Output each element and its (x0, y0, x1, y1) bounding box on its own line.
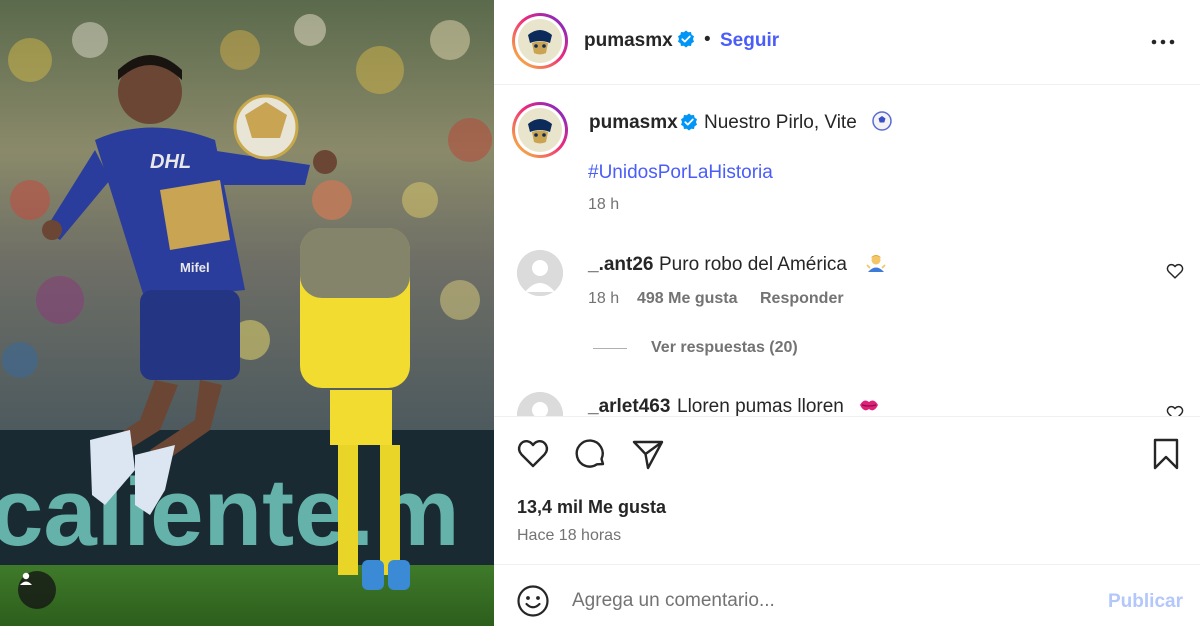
post-timestamp: Hace 18 horas (517, 527, 622, 544)
comment-username[interactable]: _arlet463 (588, 396, 670, 416)
comment-avatar[interactable] (517, 250, 563, 296)
comment-likes[interactable]: 498 Me gusta (637, 290, 737, 308)
comments-list[interactable]: pumasmx Nuestro Pirlo, Vite #UnidosPorLa… (494, 86, 1200, 416)
reply-button[interactable]: Responder (760, 290, 844, 308)
comment-input[interactable] (572, 583, 1092, 619)
like-heart-icon[interactable] (516, 437, 550, 471)
comment-text: Puro robo del América (659, 254, 847, 275)
view-replies-button[interactable]: Ver respuestas (20) (651, 339, 798, 357)
comment-username[interactable]: _.ant26 (588, 254, 653, 276)
header-separator: • (704, 29, 711, 50)
comment-bubble-icon[interactable] (574, 437, 608, 471)
person-shrugging-emoji (866, 255, 886, 272)
default-avatar-icon (517, 250, 563, 296)
post-header: pumasmx • Seguir (494, 0, 1200, 85)
soccer-ball-emoji (872, 111, 892, 131)
likes-count[interactable]: 13,4 mil Me gusta (517, 497, 666, 518)
more-horizontal-icon (1151, 39, 1175, 45)
post-details-panel: pumasmx • Seguir pumasmx Nuestro Pirlo, … (494, 0, 1200, 626)
follow-button[interactable]: Seguir (720, 30, 779, 52)
caption-text: Nuestro Pirlo, Vite (704, 112, 857, 133)
user-tag-icon (20, 572, 32, 585)
publish-button[interactable]: Publicar (1108, 591, 1183, 613)
share-send-icon[interactable] (631, 437, 665, 471)
verified-badge-icon (678, 30, 694, 48)
pumas-logo-icon (528, 119, 552, 144)
post-photo[interactable]: caliente.m DHL Mifel (0, 0, 494, 626)
verified-badge-icon (681, 113, 697, 131)
comment-composer: Publicar (494, 564, 1200, 626)
svg-text:Mifel: Mifel (180, 260, 210, 275)
comment-time: 18 h (588, 290, 620, 307)
replies-divider (593, 348, 627, 349)
like-comment-icon[interactable] (1166, 263, 1184, 279)
account-avatar[interactable] (512, 13, 568, 69)
svg-text:DHL: DHL (150, 151, 191, 173)
default-avatar-icon (517, 392, 563, 416)
pumas-logo-icon (528, 30, 552, 55)
account-name[interactable]: pumasmx (584, 30, 673, 52)
save-bookmark-icon[interactable] (1149, 437, 1183, 471)
tagged-user-button[interactable] (18, 571, 56, 609)
caption-time: 18 h (588, 196, 620, 213)
emoji-picker-icon[interactable] (516, 584, 550, 618)
kiss-mark-emoji (860, 400, 878, 411)
caption-avatar[interactable] (512, 102, 568, 158)
caption-account-name[interactable]: pumasmx (589, 112, 678, 134)
caption-hashtag[interactable]: #UnidosPorLaHistoria (588, 162, 773, 184)
post-actions: 13,4 mil Me gusta Hace 18 horas (494, 416, 1200, 564)
comment-avatar[interactable] (517, 392, 563, 416)
comment-text: Lloren pumas lloren (677, 396, 844, 416)
soccer-photo-illustration: caliente.m DHL Mifel (0, 0, 494, 626)
like-comment-icon[interactable] (1166, 405, 1184, 416)
more-options-button[interactable] (1150, 30, 1176, 54)
